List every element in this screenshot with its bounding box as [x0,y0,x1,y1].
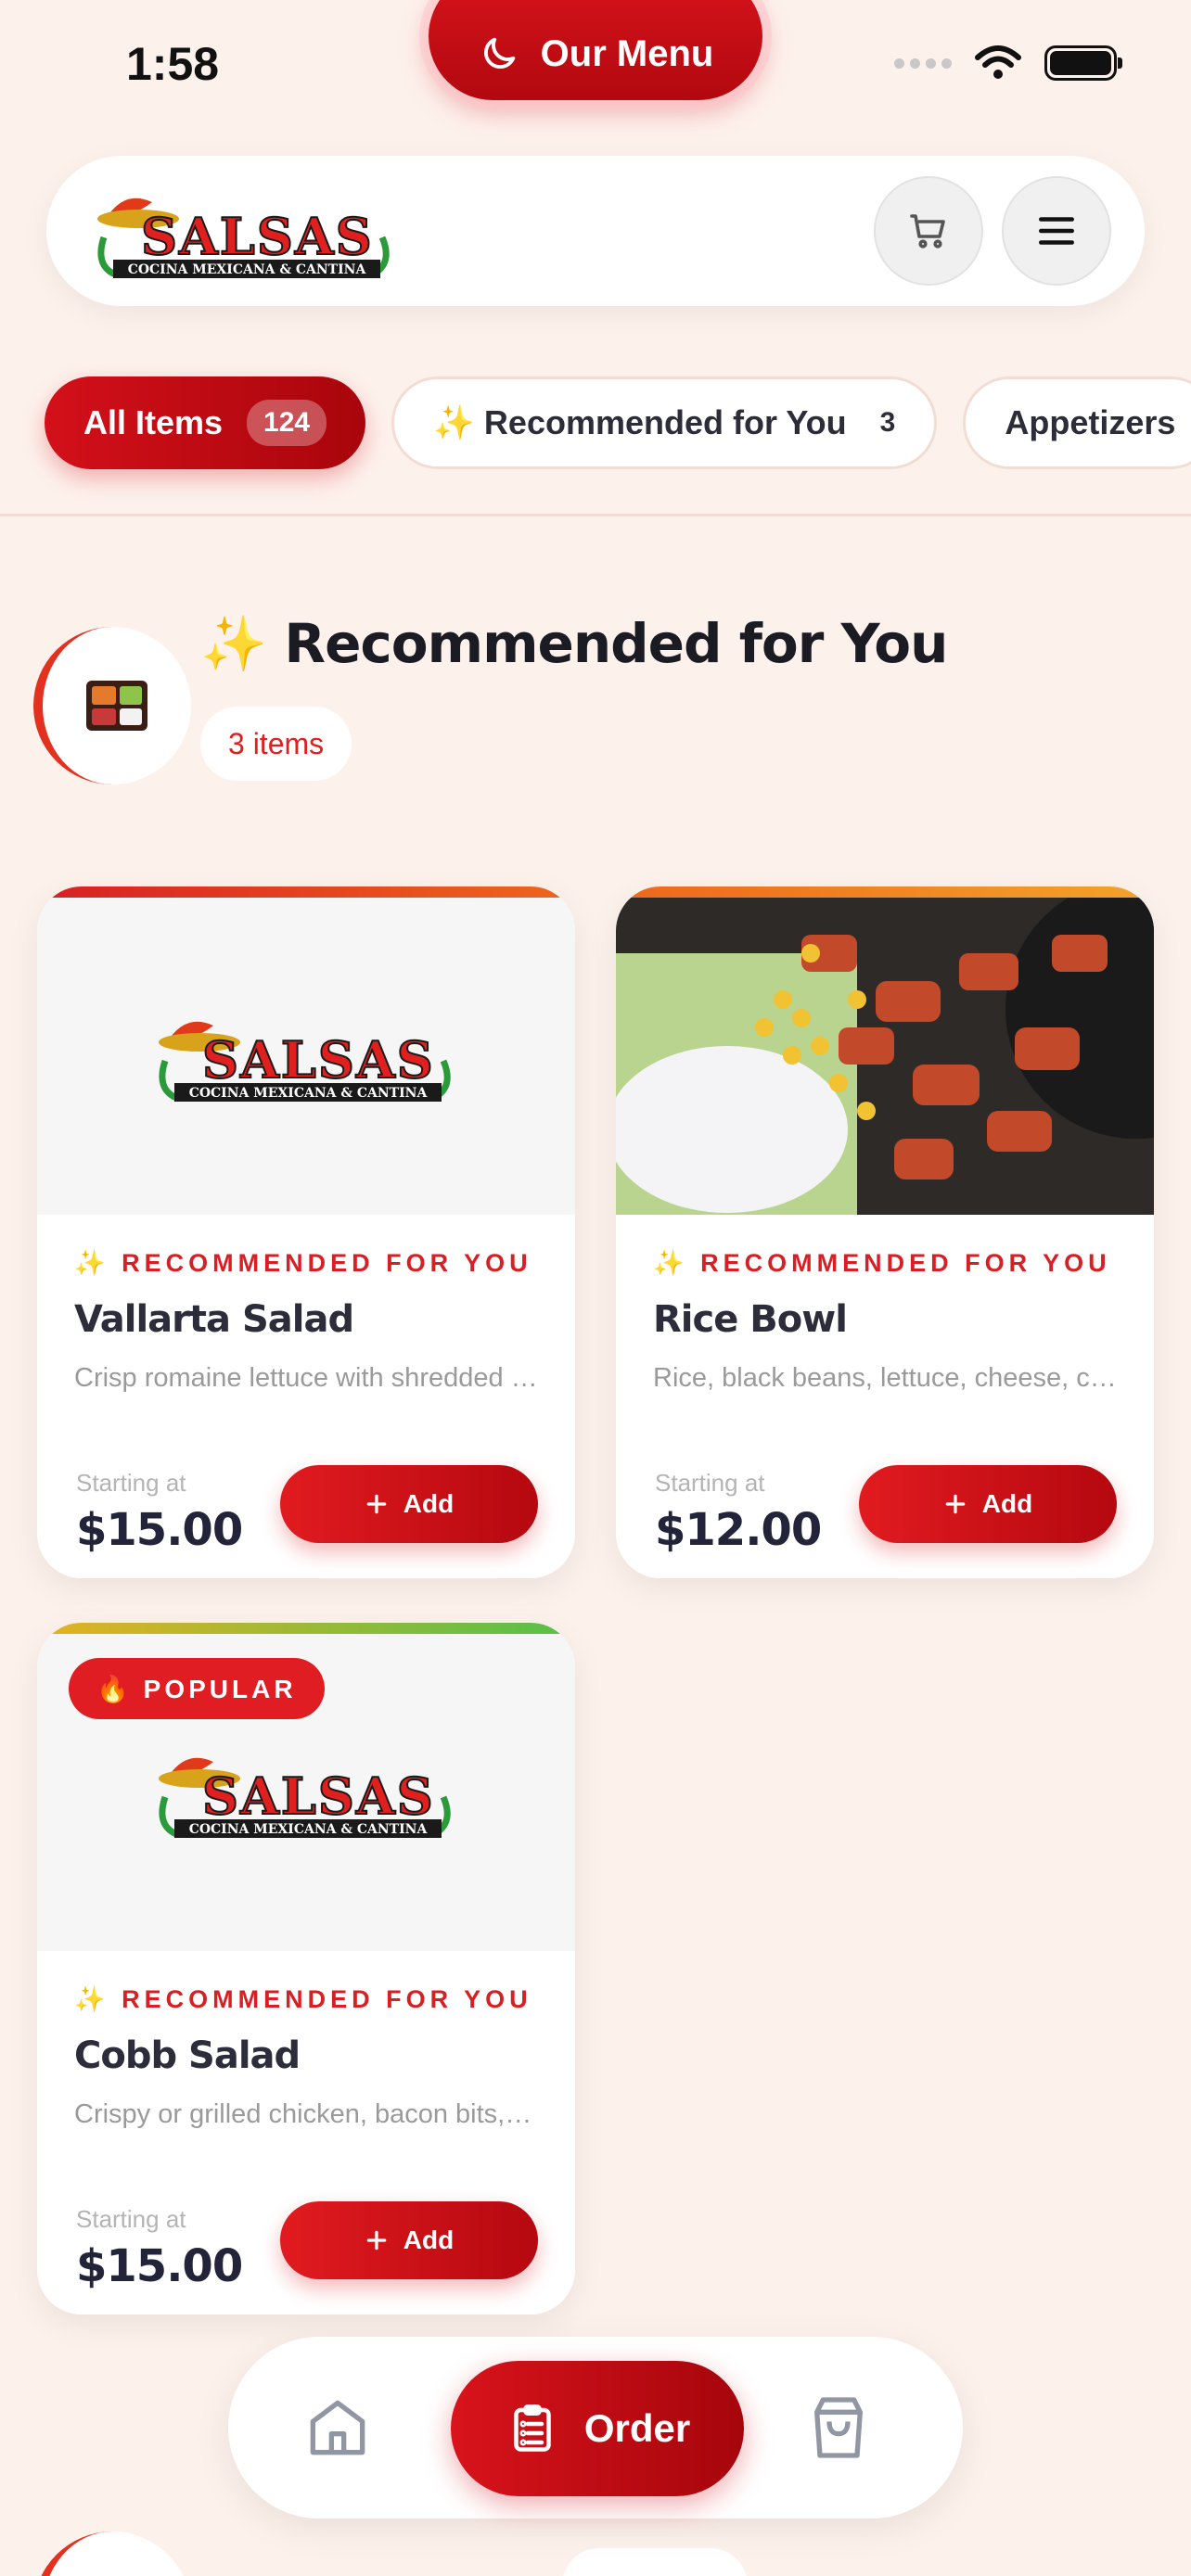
add-button[interactable]: Add [280,2201,538,2279]
card-title: Vallarta Salad [74,1298,354,1341]
tab-count: 124 [247,400,327,446]
menu-card-cobb-salad[interactable]: 🔥 POPULAR SALSAS COCINA MEXICANA & CANTI… [37,1623,575,2315]
svg-text:COCINA MEXICANA & CANTINA: COCINA MEXICANA & CANTINA [128,262,367,277]
card-tag: ✨ RECOMMENDED FOR YOU [74,1985,532,2013]
section-count-badge [562,2548,748,2576]
plus-icon [366,2230,387,2251]
tab-all-items[interactable]: All Items 124 [45,376,366,469]
tab-label: Appetizers [1005,403,1176,441]
card-tag: ✨ RECOMMENDED FOR YOU [74,1249,532,1277]
nav-bag-button[interactable] [801,2391,876,2469]
moon-icon [483,37,515,69]
card-description: Crisp romaine lettuce with shredded chee… [74,1363,538,1393]
tab-recommended[interactable]: ✨ Recommended for You 3 [391,376,938,469]
svg-text:COCINA MEXICANA & CANTINA: COCINA MEXICANA & CANTINA [189,1822,429,1837]
svg-text:SALSAS: SALSAS [202,1766,435,1826]
our-menu-label: Our Menu [540,32,714,74]
card-price: $15.00 [76,2240,243,2292]
status-icons [894,45,1122,82]
card-accent-bar [616,886,1154,898]
card-image: SALSAS COCINA MEXICANA & CANTINA [37,898,575,1215]
section-title: ✨ Recommended for You [200,612,948,675]
menu-card-rice-bowl[interactable]: ✨ RECOMMENDED FOR YOU Rice Bowl Rice, bl… [616,886,1154,1578]
add-button-label: Add [981,1489,1033,1518]
category-tabs: All Items 124 ✨ Recommended for You 3 Ap… [45,376,1191,469]
shopping-bag-icon [814,2397,863,2458]
plus-icon [945,1494,966,1514]
battery-icon [1044,45,1122,81]
price-label: Starting at [76,2205,186,2233]
card-description: Crispy or grilled chicken, bacon bits, e… [74,2099,538,2129]
our-menu-button[interactable]: Our Menu [429,0,762,100]
section-icon [33,2531,191,2576]
card-accent-bar [37,1623,575,1634]
tab-count: 3 [879,407,896,438]
cellular-signal-icon [894,57,952,69]
cart-icon [910,214,945,249]
add-button[interactable]: Add [859,1465,1117,1543]
svg-text:SALSAS: SALSAS [202,1030,435,1090]
section-icon [33,627,191,784]
card-title: Rice Bowl [653,1298,848,1341]
wifi-icon [975,45,1021,79]
bento-box-icon [86,681,147,731]
price-label: Starting at [655,1469,765,1497]
price-label: Starting at [76,1469,186,1497]
salsas-logo[interactable]: SALSAS COCINA MEXICANA & CANTINA [87,182,403,284]
add-button-label: Add [403,1489,455,1518]
section-header: ✨ Recommended for You 3 items [33,590,1146,812]
svg-text:COCINA MEXICANA & CANTINA: COCINA MEXICANA & CANTINA [189,1086,429,1101]
nav-order-button[interactable]: Order [451,2361,744,2496]
add-button[interactable]: Add [280,1465,538,1543]
card-accent-bar [37,886,575,898]
clipboard-list-icon [514,2404,551,2452]
divider [0,514,1191,516]
header-bar: SALSAS COCINA MEXICANA & CANTINA [46,156,1145,306]
tab-appetizers[interactable]: Appetizers [963,376,1191,469]
tab-label: All Items [83,403,224,441]
salsas-logo: SALSAS COCINA MEXICANA & CANTINA [159,1021,451,1102]
cart-button[interactable] [874,176,983,286]
nav-order-label: Order [583,2406,691,2450]
card-price: $15.00 [76,1504,243,1556]
plus-icon [366,1494,387,1514]
menu-button[interactable] [1002,176,1111,286]
card-tag: ✨ RECOMMENDED FOR YOU [653,1249,1111,1277]
tab-label: ✨ Recommended for You [433,403,847,441]
hamburger-icon [1039,217,1074,245]
add-button-label: Add [403,2225,455,2254]
home-icon [310,2400,365,2455]
popular-badge: 🔥 POPULAR [69,1658,325,1719]
card-image [616,898,1154,1215]
card-title: Cobb Salad [74,2034,301,2077]
salsas-logo: SALSAS COCINA MEXICANA & CANTINA [159,1757,451,1838]
nav-home-button[interactable] [301,2391,375,2469]
bottom-navigation: Order [228,2337,963,2519]
menu-card-vallarta-salad[interactable]: SALSAS COCINA MEXICANA & CANTINA ✨ RECOM… [37,886,575,1578]
card-price: $12.00 [655,1504,822,1556]
rice-bowl-photo [616,898,1154,1215]
status-time: 1:58 [126,38,220,90]
section-count-badge: 3 items [200,707,352,781]
next-section-peek [33,2522,775,2576]
card-description: Rice, black beans, lettuce, cheese, corn [653,1363,1117,1393]
svg-text:SALSAS: SALSAS [141,207,374,266]
